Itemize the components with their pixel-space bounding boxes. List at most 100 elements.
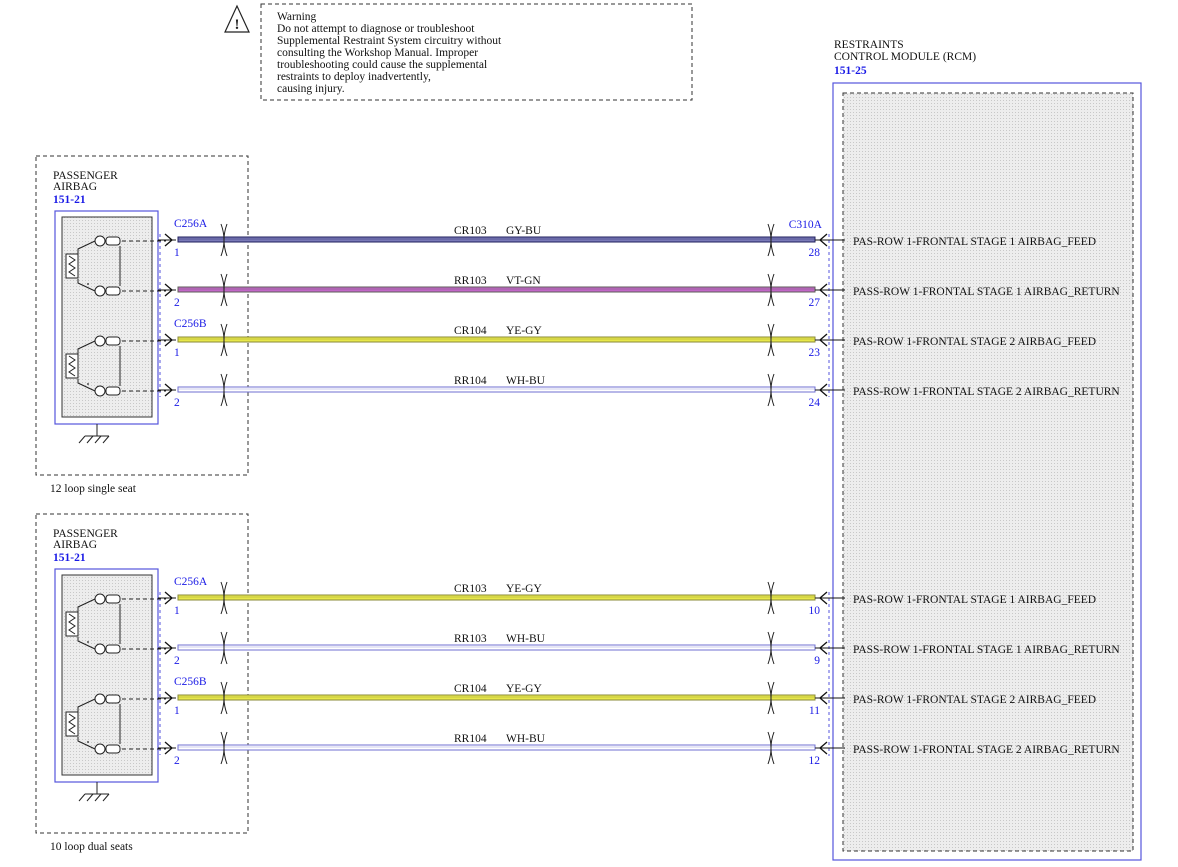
connector-label: C256B (174, 676, 207, 688)
rcm-inner (842, 92, 1134, 852)
wire-color-code: YE-GY (506, 683, 542, 695)
terminal-pin-icon (105, 644, 121, 654)
ground-hatch (94, 435, 102, 444)
wire-trace (177, 286, 816, 293)
wire-color-code: YE-GY (506, 325, 542, 337)
dot (87, 383, 89, 385)
rcm-pin-number: 10 (809, 605, 821, 617)
terminal-pin-icon (105, 694, 121, 704)
connector-label: C256A (174, 576, 208, 588)
wire-color-code: WH-BU (506, 733, 546, 745)
pin-number: 1 (174, 247, 180, 259)
rcm-pin-number: 27 (809, 297, 821, 309)
rcm-pin-number: 23 (809, 347, 821, 359)
wire-color-code: YE-GY (506, 583, 542, 595)
signal-name: PASS-ROW 1-FRONTAL STAGE 1 AIRBAG_RETURN (853, 286, 1120, 298)
wire-color-code: VT-GN (506, 275, 541, 287)
variant-caption: 10 loop dual seats (50, 841, 133, 853)
pin-number: 2 (174, 755, 180, 767)
rcm-name-line1: RESTRAINTS (834, 39, 904, 51)
ground-hatch (102, 793, 110, 802)
warning-line: restraints to deploy inadvertently, (277, 71, 431, 83)
terminal-plug-icon (94, 285, 106, 297)
component-name: AIRBAG (53, 539, 97, 551)
terminal-plug-icon (94, 743, 106, 755)
component-name: AIRBAG (53, 181, 97, 193)
ground-hatch (86, 435, 94, 444)
circuit-id: CR104 (454, 325, 487, 337)
wire-trace (177, 386, 816, 393)
signal-name: PASS-ROW 1-FRONTAL STAGE 2 AIRBAG_RETURN (853, 744, 1120, 756)
circuit-id: RR103 (454, 633, 487, 645)
rcm-pin-number: 24 (809, 397, 821, 409)
circuit-id: RR103 (454, 275, 487, 287)
rcm-pin-number: 28 (809, 247, 821, 259)
wire-trace (177, 336, 816, 343)
circuit-id: CR104 (454, 683, 487, 695)
rcm-module: RESTRAINTS CONTROL MODULE (RCM) 151-25 C… (789, 39, 1142, 861)
circuit-id: CR103 (454, 583, 487, 595)
signal-name: PASS-ROW 1-FRONTAL STAGE 1 AIRBAG_RETURN (853, 644, 1120, 656)
signal-name: PAS-ROW 1-FRONTAL STAGE 2 AIRBAG_FEED (853, 336, 1096, 348)
wire-trace (177, 594, 816, 601)
svg-text:!: ! (235, 17, 240, 33)
signal-name: PASS-ROW 1-FRONTAL STAGE 2 AIRBAG_RETURN (853, 386, 1120, 398)
circuit-id: CR103 (454, 225, 487, 237)
warning-title: Warning (277, 11, 317, 23)
pin-number: 1 (174, 347, 180, 359)
rcm-pin-number: 9 (814, 655, 820, 667)
terminal-pin-icon (105, 236, 121, 246)
signal-name: PAS-ROW 1-FRONTAL STAGE 1 AIRBAG_FEED (853, 594, 1096, 606)
wire-color-code: WH-BU (506, 375, 546, 387)
circuit-id: RR104 (454, 375, 487, 387)
terminal-pin-icon (105, 744, 121, 754)
ground-hatch (86, 793, 94, 802)
ground-hatch (102, 435, 110, 444)
warning-line: Do not attempt to diagnose or troublesho… (277, 23, 475, 35)
ground-hatch (78, 435, 86, 444)
signal-name: PAS-ROW 1-FRONTAL STAGE 2 AIRBAG_FEED (853, 694, 1096, 706)
terminal-plug-icon (94, 643, 106, 655)
warning-triangle-icon: ! (224, 4, 250, 33)
dot (87, 741, 89, 743)
wire-trace (177, 744, 816, 751)
wire-trace (177, 644, 816, 651)
rcm-pin-number: 12 (809, 755, 821, 767)
pin-number: 2 (174, 655, 180, 667)
warning-line: causing injury. (277, 83, 345, 95)
wire-trace (177, 236, 816, 243)
terminal-pin-icon (105, 286, 121, 296)
wire-color-code: GY-BU (506, 225, 542, 237)
pin-number: 2 (174, 397, 180, 409)
dot (87, 641, 89, 643)
terminal-plug-icon (94, 693, 106, 705)
terminal-pin-icon (105, 386, 121, 396)
warning-line: troubleshooting could cause the suppleme… (277, 59, 487, 71)
ground-hatch (78, 793, 86, 802)
variant-caption: 12 loop single seat (50, 483, 137, 495)
wire-trace (177, 694, 816, 701)
terminal-plug-icon (94, 593, 106, 605)
rcm-connector-label: C310A (789, 219, 823, 231)
terminal-pin-icon (105, 336, 121, 346)
circuit-id: RR104 (454, 733, 487, 745)
connector-label: C256B (174, 318, 207, 330)
rcm-pin-number: 11 (809, 705, 820, 717)
terminal-plug-icon (94, 385, 106, 397)
wiring-diagram: ! Warning Do not attempt to diagnose or … (35, 3, 1142, 861)
rcm-ref: 151-25 (834, 65, 867, 77)
wire-color-code: WH-BU (506, 633, 546, 645)
pin-number: 2 (174, 297, 180, 309)
warning-line: consulting the Workshop Manual. Improper (277, 47, 478, 59)
rcm-name-line2: CONTROL MODULE (RCM) (834, 51, 976, 63)
warning-line: Supplemental Restraint System circuitry … (277, 35, 502, 47)
pin-number: 1 (174, 605, 180, 617)
terminal-pin-icon (105, 594, 121, 604)
signal-name: PAS-ROW 1-FRONTAL STAGE 1 AIRBAG_FEED (853, 236, 1096, 248)
connector-label: C256A (174, 218, 208, 230)
pin-number: 1 (174, 705, 180, 717)
component-ref: 151-21 (53, 194, 86, 206)
terminal-plug-icon (94, 235, 106, 247)
dot (87, 283, 89, 285)
component-ref: 151-21 (53, 552, 86, 564)
